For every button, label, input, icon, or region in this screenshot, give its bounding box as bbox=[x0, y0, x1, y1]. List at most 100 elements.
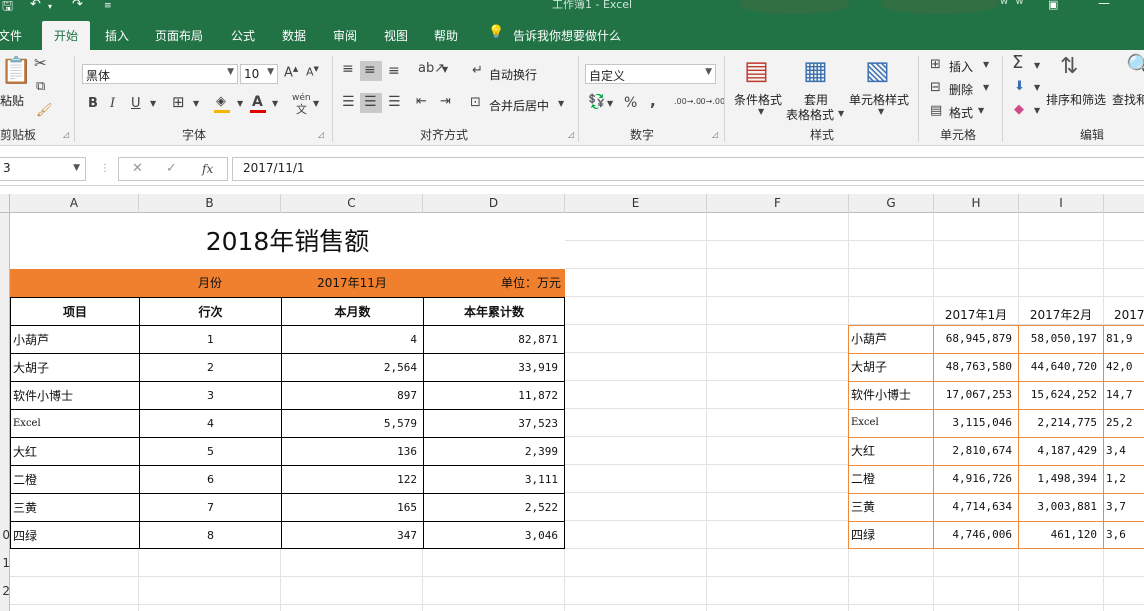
table-cell[interactable]: 3,4 bbox=[1104, 437, 1144, 465]
font-color-icon[interactable]: A bbox=[252, 95, 263, 109]
merge-center-icon[interactable]: ⊡ bbox=[470, 96, 481, 109]
table-cell[interactable]: 42,0 bbox=[1104, 353, 1144, 381]
tab-help[interactable]: 帮助 bbox=[434, 27, 458, 44]
user-name[interactable]: w w bbox=[1000, 0, 1026, 7]
merge-center-button[interactable]: 合并后居中 bbox=[489, 97, 549, 114]
number-launcher-icon[interactable]: ◿ bbox=[712, 130, 718, 139]
conditional-format-icon[interactable]: ▤ bbox=[744, 58, 769, 84]
paste-icon[interactable]: 📋 bbox=[0, 58, 32, 84]
customize-toolbar-icon[interactable]: ≡ bbox=[104, 1, 112, 11]
table-cell[interactable]: 8 bbox=[140, 522, 281, 550]
select-all-corner[interactable] bbox=[0, 194, 10, 213]
chevron-down-icon[interactable]: ▼ bbox=[150, 100, 156, 108]
increase-decimal-icon[interactable]: .00→.0 bbox=[674, 98, 701, 106]
table-cell[interactable]: 1,2 bbox=[1104, 465, 1144, 493]
align-top-icon[interactable]: ≡ bbox=[342, 62, 354, 76]
wrap-text-icon[interactable]: ↵ bbox=[472, 64, 483, 77]
table-cell[interactable]: 82,871 bbox=[424, 326, 564, 354]
cut-icon[interactable]: ✂ bbox=[34, 56, 47, 71]
table-cell[interactable]: 33,919 bbox=[424, 354, 564, 382]
table-cell[interactable]: 三黄 bbox=[11, 494, 139, 522]
italic-icon[interactable]: I bbox=[110, 97, 115, 110]
unit-label[interactable]: 单位：万元 bbox=[423, 269, 565, 297]
chevron-down-icon[interactable]: ▼ bbox=[442, 66, 448, 74]
table-cell[interactable]: 3,046 bbox=[424, 522, 564, 550]
right-header[interactable]: 2017年1月 bbox=[934, 304, 1018, 326]
table-cell[interactable]: 48,763,580 bbox=[934, 353, 1018, 381]
format-painter-icon[interactable]: 🖌 bbox=[36, 104, 53, 117]
column-header-h[interactable]: H bbox=[934, 194, 1019, 213]
table-cell[interactable]: 大胡子 bbox=[849, 353, 933, 381]
delete-cells-icon[interactable]: ⊟ bbox=[930, 81, 941, 94]
minimize-icon[interactable]: — bbox=[1098, 0, 1110, 10]
more-options-icon[interactable]: ⋮ bbox=[100, 164, 110, 174]
table-cell[interactable]: Excel bbox=[849, 409, 933, 437]
table-cell[interactable]: 25,2 bbox=[1104, 409, 1144, 437]
font-name-select[interactable]: 黑体 ▼ bbox=[82, 64, 238, 84]
table-cell[interactable]: 4 bbox=[140, 410, 281, 438]
table-cell[interactable]: 大红 bbox=[849, 437, 933, 465]
font-size-select[interactable]: 10 ▼ bbox=[240, 64, 278, 84]
column-header-c[interactable]: C bbox=[281, 194, 423, 213]
format-cells-button[interactable]: 格式 bbox=[949, 104, 973, 121]
wrap-text-button[interactable]: 自动换行 bbox=[489, 66, 537, 83]
align-left-icon[interactable]: ☰ bbox=[342, 95, 355, 109]
align-bottom-icon[interactable]: ≡ bbox=[388, 64, 400, 78]
table-cell[interactable]: 二橙 bbox=[849, 465, 933, 493]
table-cell[interactable]: 2,399 bbox=[424, 438, 564, 466]
chevron-down-icon[interactable]: ▼ bbox=[978, 107, 984, 115]
table-cell[interactable]: 3,7 bbox=[1104, 493, 1144, 521]
insert-cells-button[interactable]: 插入 bbox=[949, 58, 973, 75]
find-select-icon[interactable]: 🔍 bbox=[1126, 56, 1144, 78]
row-header[interactable]: 0 bbox=[0, 521, 10, 549]
column-header-partial[interactable] bbox=[1104, 194, 1144, 213]
tell-me-search[interactable]: 告诉我你想要做什么 bbox=[513, 27, 621, 44]
cancel-icon[interactable]: ✕ bbox=[132, 162, 143, 175]
table-cell[interactable]: 2,564 bbox=[282, 354, 423, 382]
chevron-down-icon[interactable]: ▼ bbox=[758, 108, 764, 116]
tab-page-layout[interactable]: 页面布局 bbox=[155, 27, 203, 44]
borders-icon[interactable]: ⊞ bbox=[172, 95, 185, 110]
accounting-icon[interactable]: 💱 bbox=[588, 95, 605, 109]
chevron-down-icon[interactable]: ▼ bbox=[983, 61, 989, 69]
table-cell[interactable]: 15,624,252 bbox=[1019, 381, 1103, 409]
chevron-down-icon[interactable]: ▼ bbox=[1034, 84, 1040, 92]
tab-data[interactable]: 数据 bbox=[282, 27, 306, 44]
table-cell[interactable]: 897 bbox=[282, 382, 423, 410]
redo-icon[interactable]: ↷ bbox=[72, 0, 83, 12]
header-item[interactable]: 项目 bbox=[11, 298, 139, 326]
row-header[interactable]: 2 bbox=[0, 577, 10, 605]
table-cell[interactable]: Excel bbox=[11, 410, 139, 438]
table-cell[interactable]: 1,498,394 bbox=[1019, 465, 1103, 493]
delete-cells-button[interactable]: 删除 bbox=[949, 81, 973, 98]
right-header[interactable]: 2017 bbox=[1104, 304, 1144, 326]
header-month[interactable]: 本月数 bbox=[282, 298, 423, 326]
insert-function-icon[interactable]: fx bbox=[202, 163, 213, 175]
font-launcher-icon[interactable]: ◿ bbox=[318, 130, 324, 139]
decrease-decimal-icon[interactable]: .0→.00 bbox=[698, 98, 725, 106]
phonetic-icon[interactable]: wén bbox=[292, 94, 311, 103]
table-cell[interactable]: 37,523 bbox=[424, 410, 564, 438]
chevron-down-icon[interactable]: ▼ bbox=[272, 100, 278, 108]
table-cell[interactable]: 3,003,881 bbox=[1019, 493, 1103, 521]
table-cell[interactable]: 3,115,046 bbox=[934, 409, 1018, 437]
autosum-icon[interactable]: Σ bbox=[1012, 54, 1023, 72]
paste-button[interactable]: 粘贴 bbox=[0, 92, 24, 109]
table-cell[interactable]: 大红 bbox=[11, 438, 139, 466]
save-icon[interactable]: 🖫 bbox=[2, 0, 13, 19]
chevron-down-icon[interactable]: ▼ bbox=[983, 84, 989, 92]
increase-font-icon[interactable]: A▲ bbox=[284, 66, 298, 80]
chevron-down-icon[interactable]: ▼ bbox=[237, 100, 243, 108]
tab-home[interactable]: 开始 bbox=[42, 21, 91, 50]
table-cell[interactable]: 7 bbox=[140, 494, 281, 522]
table-cell[interactable]: 3 bbox=[140, 382, 281, 410]
table-cell[interactable]: 165 bbox=[282, 494, 423, 522]
table-cell[interactable]: 大胡子 bbox=[11, 354, 139, 382]
sort-filter-icon[interactable]: ⇅ bbox=[1060, 56, 1078, 78]
chevron-down-icon[interactable]: ▼ bbox=[1034, 62, 1040, 70]
table-cell[interactable]: 1 bbox=[140, 326, 281, 354]
chevron-down-icon[interactable]: ▼ bbox=[838, 110, 844, 118]
undo-dropdown-icon[interactable]: ▾ bbox=[48, 2, 52, 11]
table-cell[interactable]: 14,7 bbox=[1104, 381, 1144, 409]
month-value[interactable]: 2017年11月 bbox=[281, 269, 423, 297]
